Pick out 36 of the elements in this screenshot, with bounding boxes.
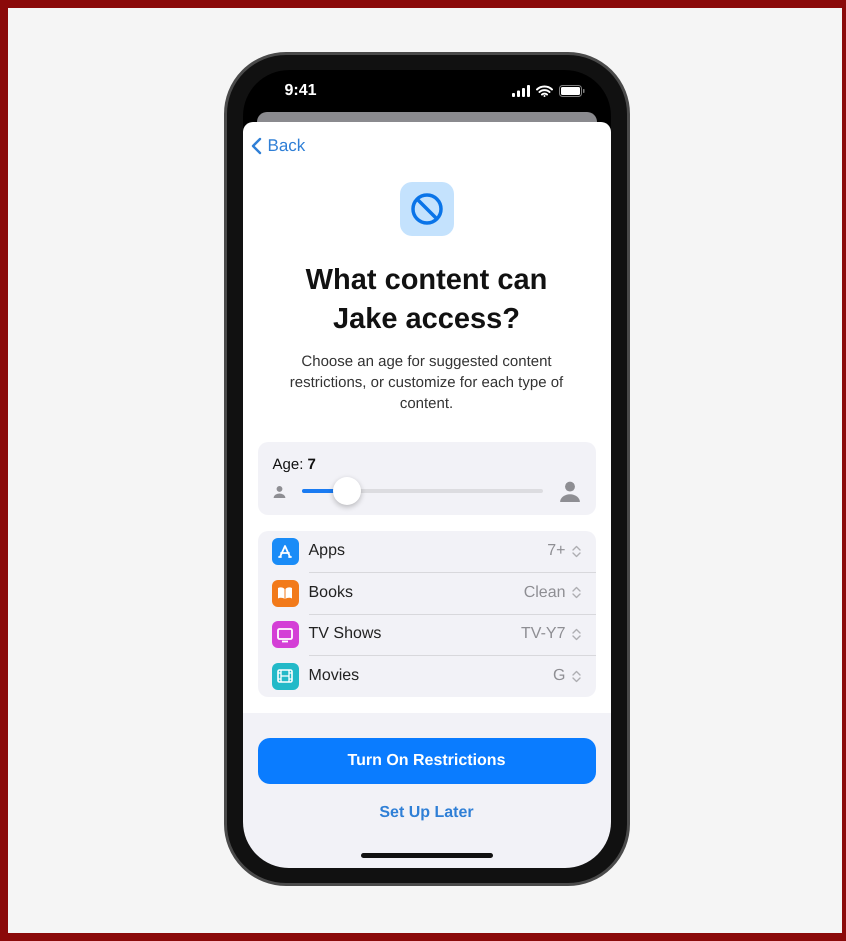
updown-chevron-icon [572, 670, 580, 683]
app-store-icon [272, 538, 298, 566]
age-label: Age: 7 [272, 456, 317, 473]
category-name: Movies [308, 667, 360, 686]
category-name: Books [308, 584, 354, 602]
book-icon [272, 580, 298, 607]
rating-value: Clean [524, 584, 566, 602]
description-text: Choose an age for suggested content restrictions, or customize for each type of content. [288, 352, 564, 414]
rating-value: 7+ [547, 542, 566, 560]
category-row[interactable]: Apps 7+ [272, 531, 596, 572]
chevron-left-icon [250, 137, 262, 155]
back-button[interactable]: Back [250, 136, 306, 156]
updown-chevron-icon [572, 586, 580, 600]
updown-chevron-icon [572, 628, 580, 641]
turn-on-restrictions-button[interactable]: Turn On Restrictions [258, 738, 596, 784]
person-small-icon [272, 484, 286, 498]
set-up-later-link[interactable]: Set Up Later [379, 804, 474, 822]
signal-icon [512, 85, 530, 97]
slider-thumb[interactable] [333, 477, 362, 505]
page-title: What content can Jake access? [304, 263, 548, 337]
category-row[interactable]: Books Clean [272, 572, 596, 614]
restriction-icon [400, 182, 454, 236]
age-slider[interactable] [302, 477, 542, 505]
film-icon [272, 662, 298, 690]
category-name: Apps [308, 542, 346, 560]
tv-icon [272, 621, 298, 648]
wifi-icon [536, 85, 552, 97]
category-row[interactable]: TV Shows TV-Y7 [272, 614, 596, 656]
person-large-icon [558, 480, 580, 502]
category-row[interactable]: Movies G [272, 656, 596, 697]
rating-value: TV-Y7 [521, 625, 566, 644]
battery-icon [558, 85, 584, 97]
rating-value: G [553, 667, 566, 686]
category-name: TV Shows [308, 625, 382, 644]
updown-chevron-icon [572, 544, 580, 558]
status-time: 9:41 [284, 82, 317, 100]
